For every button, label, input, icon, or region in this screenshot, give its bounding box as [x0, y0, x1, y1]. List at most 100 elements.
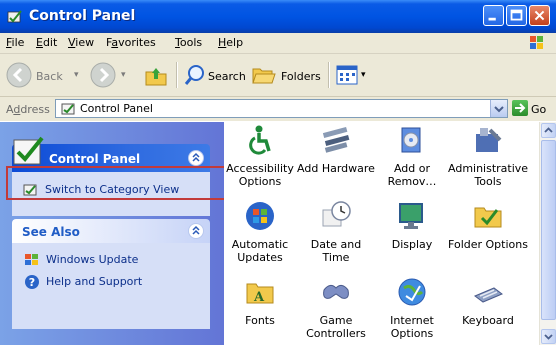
- control-panel-small-icon: [61, 103, 75, 115]
- menu-edit[interactable]: Edit: [36, 36, 57, 49]
- item-fonts[interactable]: A Fonts: [220, 276, 300, 327]
- scroll-down-button[interactable]: [541, 329, 556, 344]
- item-internet-options[interactable]: Internet Options: [372, 276, 452, 340]
- windows-update-link[interactable]: Windows Update: [24, 252, 194, 270]
- item-display[interactable]: Display: [372, 200, 452, 251]
- menu-favorites[interactable]: Favorites: [106, 36, 156, 49]
- collapse-button[interactable]: [188, 150, 204, 166]
- menu-view[interactable]: View: [68, 36, 94, 49]
- item-add-hardware[interactable]: Add Hardware: [296, 124, 376, 175]
- item-label: Add or Remov…: [387, 162, 437, 188]
- item-label: Display: [391, 238, 433, 251]
- see-also-title: See Also: [22, 225, 80, 239]
- item-administrative-tools[interactable]: Administrative Tools: [448, 124, 528, 188]
- back-dropdown-icon[interactable]: ▾: [74, 70, 79, 80]
- svg-text:?: ?: [29, 276, 35, 289]
- scroll-thumb[interactable]: [541, 140, 556, 320]
- item-label: Administrative Tools: [448, 162, 529, 188]
- add-remove-programs-icon: [401, 127, 421, 153]
- menu-file[interactable]: File: [6, 36, 24, 49]
- item-automatic-updates[interactable]: Automatic Updates: [220, 200, 300, 264]
- go-label[interactable]: Go: [531, 103, 546, 116]
- item-label: Keyboard: [462, 314, 514, 327]
- views-icon: [336, 65, 358, 85]
- scroll-up-button[interactable]: [541, 123, 556, 138]
- item-game-controllers[interactable]: Game Controllers: [296, 276, 376, 340]
- minimize-icon: [488, 17, 496, 21]
- views-dropdown-icon[interactable]: ▾: [361, 70, 366, 80]
- vertical-scrollbar[interactable]: [539, 122, 556, 345]
- keyboard-icon: [474, 287, 503, 303]
- views-button[interactable]: ▾: [334, 60, 374, 90]
- item-label: Date and Time: [310, 238, 362, 264]
- control-panel-icon: [7, 10, 22, 23]
- control-panel-large-icon: [13, 136, 44, 165]
- menu-view-label: iew: [75, 36, 95, 49]
- see-also-task-box: See Also Windows Update ? Help and Suppo…: [12, 219, 210, 329]
- chevron-up-double-icon: [192, 152, 200, 162]
- item-label: Fonts: [245, 314, 275, 327]
- title-bar[interactable]: Control Panel: [0, 0, 556, 33]
- menu-edit-label: dit: [42, 36, 58, 49]
- search-label: Search: [208, 70, 246, 83]
- menu-help[interactable]: Help: [218, 36, 243, 49]
- automatic-updates-icon: [246, 202, 274, 230]
- go-button[interactable]: [512, 100, 528, 116]
- help-and-support-label: Help and Support: [46, 275, 143, 288]
- item-date-and-time[interactable]: Date and Time: [296, 200, 376, 264]
- add-hardware-icon: [322, 126, 350, 153]
- back-label: Back: [36, 70, 63, 83]
- close-button[interactable]: [529, 5, 550, 26]
- administrative-tools-icon: [476, 128, 502, 152]
- back-button[interactable]: Back ▾: [4, 60, 86, 90]
- address-label-rest: dress: [20, 103, 50, 116]
- chevron-up-double-icon: [192, 225, 200, 235]
- back-arrow-icon: [6, 62, 32, 88]
- menu-tools-label: ools: [179, 36, 203, 49]
- item-label: Accessibility Options: [226, 162, 294, 188]
- folders-icon: [252, 68, 276, 84]
- item-add-or-remove-programs[interactable]: Add or Remov…: [372, 124, 452, 188]
- help-and-support-link[interactable]: ? Help and Support: [24, 274, 194, 292]
- item-label: Automatic Updates: [231, 238, 289, 264]
- window-title: Control Panel: [29, 8, 136, 24]
- windows-update-icon: [25, 254, 38, 265]
- menu-tools[interactable]: Tools: [175, 36, 202, 49]
- see-also-collapse-button[interactable]: [188, 223, 204, 239]
- menu-bar: File Edit View Favorites Tools Help: [0, 33, 556, 54]
- forward-arrow-icon: [90, 62, 116, 88]
- forward-dropdown-icon[interactable]: ▾: [121, 70, 126, 80]
- address-dropdown-button[interactable]: [490, 100, 507, 117]
- internet-options-icon: [398, 278, 426, 306]
- item-folder-options[interactable]: Folder Options: [448, 200, 528, 251]
- game-controllers-icon: [323, 284, 349, 299]
- search-button[interactable]: Search: [182, 60, 246, 90]
- maximize-button[interactable]: [506, 5, 527, 26]
- svg-text:A: A: [253, 290, 265, 305]
- forward-button[interactable]: ▾: [88, 60, 132, 90]
- address-label: Address: [6, 103, 50, 116]
- item-label: Add Hardware: [297, 162, 375, 175]
- go-arrow-icon: [515, 103, 526, 113]
- close-icon: [534, 10, 545, 21]
- see-also-header[interactable]: See Also: [12, 219, 210, 243]
- task-pane: Control Panel Switch to Category View Se…: [0, 122, 231, 345]
- address-input[interactable]: Control Panel: [55, 99, 508, 118]
- see-also-body: Windows Update ? Help and Support: [12, 243, 210, 329]
- address-bar: Address Control Panel Go: [0, 97, 556, 121]
- control-panel-window: Control Panel File Edit View Favorites T…: [0, 0, 556, 345]
- item-accessibility-options[interactable]: Accessibility Options: [220, 124, 300, 188]
- item-keyboard[interactable]: Keyboard: [448, 276, 528, 327]
- standard-toolbar: Back ▾ ▾ Search Folders ▾: [0, 54, 556, 97]
- windows-update-label: Windows Update: [46, 253, 139, 266]
- control-panel-items: Accessibility Options Add Hardware Add o…: [224, 122, 539, 345]
- folders-button[interactable]: Folders: [250, 60, 322, 90]
- toolbar-separator: [328, 62, 330, 88]
- menu-file-label: ile: [11, 36, 25, 49]
- item-label: Internet Options: [390, 314, 434, 340]
- maximize-icon: [510, 9, 523, 21]
- up-button[interactable]: [140, 60, 170, 90]
- address-value: Control Panel: [80, 102, 153, 115]
- minimize-button[interactable]: [483, 5, 504, 26]
- windows-logo-icon: [530, 36, 543, 49]
